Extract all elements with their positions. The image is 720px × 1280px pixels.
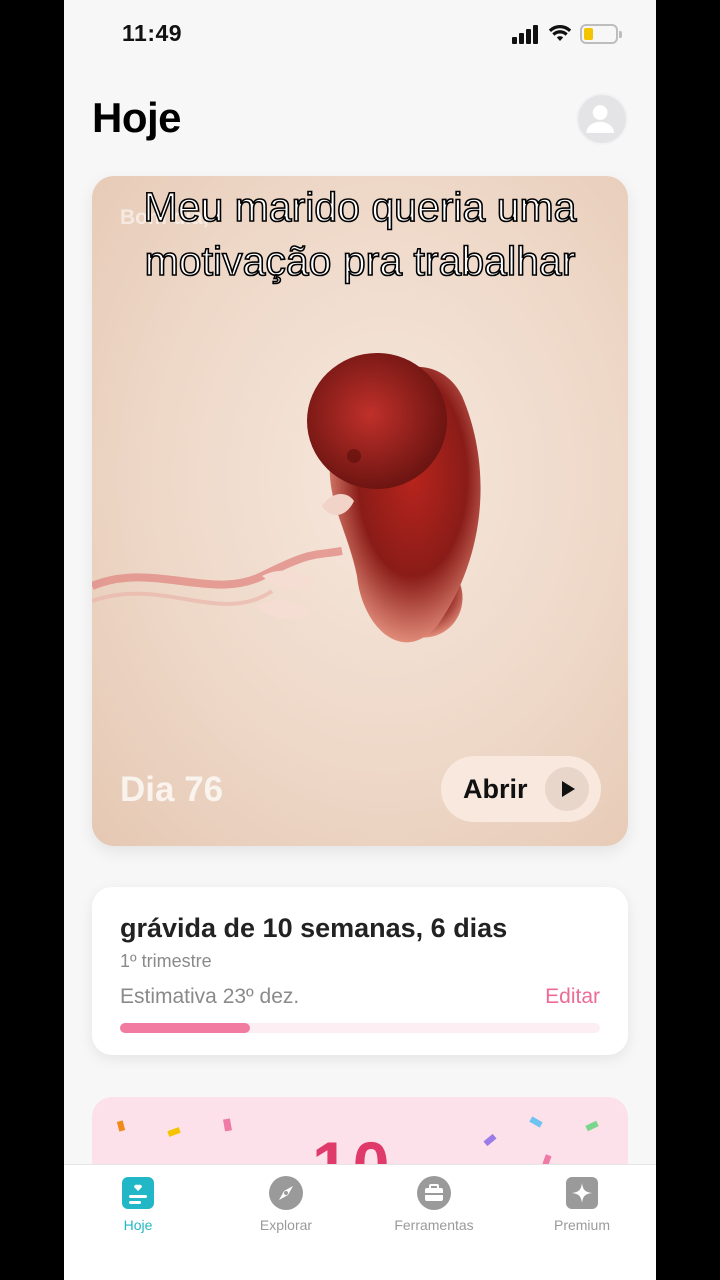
pregnancy-info-card: grávida de 10 semanas, 6 dias 1º trimest…	[92, 887, 628, 1055]
bottom-tab-bar: Hoje Explorar Ferramentas Premium	[64, 1164, 656, 1280]
pregnancy-progress-fill	[120, 1023, 250, 1033]
tab-label: Premium	[553, 1217, 610, 1233]
tab-explorar[interactable]: Explorar	[212, 1175, 360, 1233]
open-button-label: Abrir	[463, 774, 528, 804]
tab-hoje[interactable]: Hoje	[64, 1175, 212, 1233]
edit-button[interactable]: Editar	[545, 985, 600, 1009]
tab-label: Ferramentas	[394, 1217, 474, 1233]
status-time: 11:49	[122, 20, 183, 46]
toolbox-icon	[417, 1176, 451, 1210]
embryo-illustration	[92, 353, 481, 643]
compass-icon	[269, 1176, 303, 1210]
tab-label: Explorar	[259, 1217, 313, 1233]
day-label: Dia 76	[120, 770, 224, 809]
pregnancy-progress-bar	[120, 1023, 600, 1033]
trimester-label: 1º trimestre	[120, 951, 212, 971]
wifi-icon	[548, 24, 572, 41]
profile-avatar-button[interactable]	[576, 93, 628, 145]
signal-icon	[512, 24, 540, 44]
pregnancy-week-title: grávida de 10 semanas, 6 dias	[120, 913, 508, 943]
user-icon	[586, 105, 614, 133]
battery-icon	[580, 24, 622, 44]
video-caption: Meu marido queria uma motivação pra trab…	[143, 183, 578, 285]
due-date-estimate: Estimativa 23º dez.	[120, 985, 300, 1008]
tab-ferramentas[interactable]: Ferramentas	[360, 1175, 508, 1233]
app-screen: 11:49 Hoje Bom dia, Meu marido queria um…	[64, 0, 656, 1280]
today-icon	[122, 1177, 154, 1209]
embryo-video-card[interactable]: Bom dia, Meu marido queria uma motivação…	[92, 176, 628, 846]
status-bar: 11:49	[64, 0, 656, 68]
sparkle-icon	[566, 1177, 598, 1209]
open-button[interactable]: Abrir	[441, 756, 601, 822]
tab-label: Hoje	[123, 1217, 153, 1233]
page-title: Hoje	[92, 94, 182, 141]
play-icon	[545, 767, 589, 811]
tab-premium[interactable]: Premium	[508, 1175, 656, 1233]
